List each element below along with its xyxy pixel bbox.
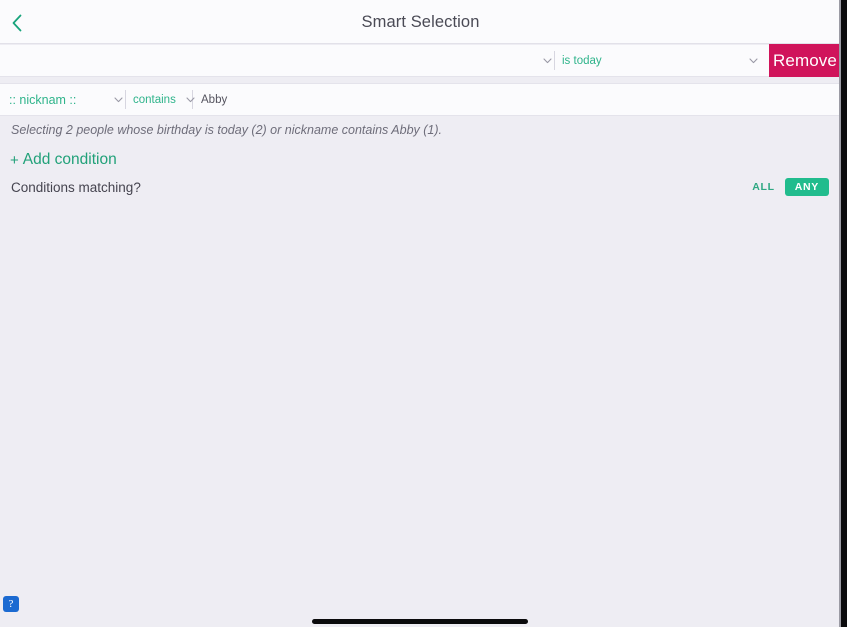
- home-indicator: [312, 619, 528, 624]
- chevron-down-icon: [541, 45, 554, 77]
- condition-value-label: Abby: [201, 93, 228, 106]
- conditions-matching-row: Conditions matching? ALL ANY: [0, 175, 841, 199]
- matching-mode-toggle: ALL ANY: [742, 175, 829, 199]
- matching-option-any[interactable]: ANY: [784, 178, 829, 196]
- page-title: Smart Selection: [361, 13, 480, 31]
- question-mark-badge-icon[interactable]: ?: [3, 596, 19, 612]
- app-header: Smart Selection: [0, 0, 841, 44]
- plus-icon: +: [10, 151, 19, 169]
- condition-operator-select[interactable]: is today: [555, 45, 760, 77]
- selection-summary-text: Selecting 2 people whose birthday is tod…: [11, 123, 443, 137]
- chevron-down-icon: [747, 45, 760, 77]
- add-condition-button[interactable]: + Add condition: [0, 148, 117, 172]
- conditions-list: is today Remove :: nicknam :: contains A…: [0, 44, 841, 116]
- smart-selection-screen: Smart Selection is today Remove:: nickn…: [0, 0, 847, 627]
- condition-field-select[interactable]: :: nicknam ::: [0, 84, 125, 116]
- conditions-matching-label: Conditions matching?: [11, 179, 141, 195]
- chevron-down-icon: [112, 84, 125, 116]
- remove-condition-button[interactable]: Remove: [769, 44, 841, 78]
- screen-right-bezel: [841, 0, 847, 627]
- condition-operator-label: contains: [133, 93, 176, 106]
- condition-operator-select[interactable]: contains: [126, 84, 195, 116]
- condition-field-label: :: nicknam ::: [9, 92, 77, 107]
- remove-condition-label: Remove: [773, 51, 837, 70]
- condition-field-select[interactable]: [0, 45, 554, 77]
- add-condition-label: Add condition: [22, 151, 117, 168]
- matching-option-all[interactable]: ALL: [742, 178, 785, 196]
- condition-row: is today Remove: [0, 44, 841, 78]
- condition-row: :: nicknam :: contains Abby: [0, 84, 841, 116]
- condition-operator-label: is today: [562, 54, 602, 67]
- condition-value-input[interactable]: Abby: [193, 84, 227, 116]
